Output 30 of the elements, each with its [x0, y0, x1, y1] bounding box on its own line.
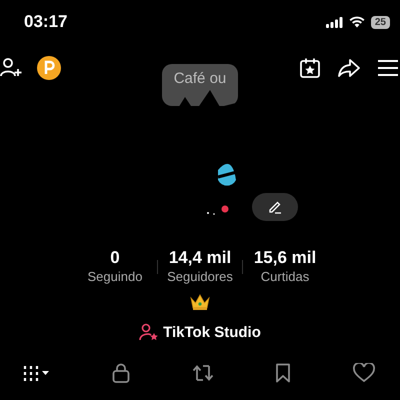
- signal-icon: [326, 16, 343, 28]
- add-friend-icon[interactable]: [0, 57, 22, 79]
- stat-value: 0: [110, 248, 120, 268]
- note-bubble[interactable]: Café ou: [162, 64, 238, 106]
- stat-value: 14,4 mil: [168, 248, 232, 268]
- bookmark-tab[interactable]: [275, 363, 292, 383]
- status-time: 03:17: [24, 12, 68, 32]
- crown-icon: [190, 293, 210, 311]
- heart-tab[interactable]: [353, 363, 375, 383]
- creator-icon: [139, 323, 160, 341]
- heart-icon: [353, 363, 375, 383]
- lock-tab[interactable]: [112, 363, 130, 383]
- stat-label: Seguidores: [167, 268, 233, 285]
- pencil-icon: [268, 200, 282, 214]
- lock-icon: [112, 363, 130, 383]
- edit-button[interactable]: [252, 193, 298, 221]
- repost-tab[interactable]: [192, 363, 214, 383]
- share-icon[interactable]: [337, 58, 361, 78]
- repost-icon: [192, 363, 214, 383]
- stat-value: 15,6 mil: [254, 248, 316, 268]
- coin-icon[interactable]: [37, 56, 61, 80]
- grid-tab[interactable]: [22, 364, 50, 382]
- bookmark-icon: [275, 363, 292, 383]
- stat-label: Curtidas: [260, 268, 310, 285]
- wifi-icon: [348, 16, 365, 28]
- grid-icon: [22, 364, 50, 382]
- battery-level: 25: [370, 16, 390, 28]
- studio-link[interactable]: TikTok Studio: [139, 323, 261, 341]
- stat-label: Seguindo: [88, 268, 142, 285]
- menu-icon[interactable]: [377, 59, 399, 77]
